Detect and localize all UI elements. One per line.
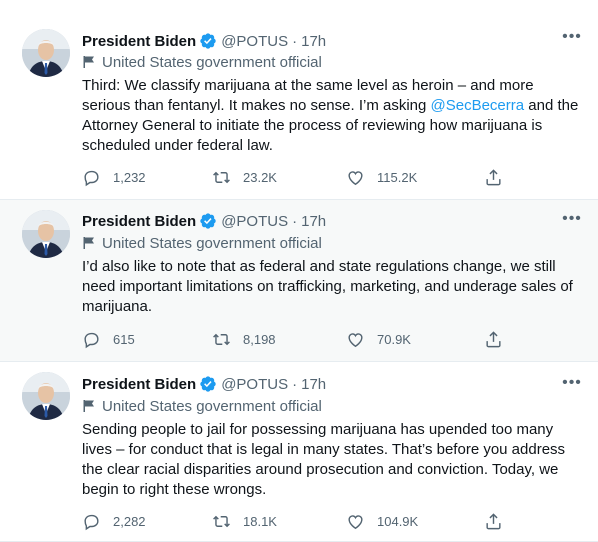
- tweet-text: Third: We classify marijuana at the same…: [82, 76, 582, 156]
- tweet-header: President Biden @POTUS · 17h: [82, 30, 326, 52]
- avatar[interactable]: [22, 29, 70, 77]
- like-count: 115.2K: [377, 170, 418, 185]
- like-button[interactable]: 115.2K: [346, 168, 417, 187]
- verified-badge-icon: [199, 212, 217, 230]
- reply-button[interactable]: 615: [82, 330, 135, 349]
- separator-dot: ·: [292, 212, 298, 230]
- reply-icon: [84, 514, 99, 531]
- reply-button[interactable]: 2,282: [82, 512, 146, 531]
- tweet[interactable]: President Biden @POTUS · 17h ••• United …: [0, 362, 598, 542]
- retweet-count: 23.2K: [243, 170, 277, 185]
- tweet-text: I’d also like to note that as federal an…: [82, 257, 582, 317]
- share-icon: [486, 169, 501, 186]
- tweet-actions: 1,232 23.2K 115.2K: [82, 168, 512, 190]
- retweet-icon: [213, 515, 230, 528]
- share-button[interactable]: [484, 330, 515, 349]
- tweet-text: Sending people to jail for possessing ma…: [82, 420, 582, 500]
- reply-count: 1,232: [113, 170, 146, 185]
- verified-badge-icon: [199, 32, 217, 50]
- tweet-actions: 615 8,198 70.9K: [82, 330, 512, 352]
- verified-badge-icon: [199, 375, 217, 393]
- retweet-count: 8,198: [243, 332, 276, 347]
- retweet-icon: [213, 171, 230, 184]
- share-button[interactable]: [484, 512, 515, 531]
- like-button[interactable]: 70.9K: [346, 330, 411, 349]
- avatar[interactable]: [22, 372, 70, 420]
- like-count: 70.9K: [377, 332, 411, 347]
- tweet-text-part: Sending people to jail for possessing ma…: [82, 421, 566, 498]
- retweet-button[interactable]: 8,198: [212, 330, 276, 349]
- government-label-text: United States government official: [102, 53, 322, 71]
- heart-icon: [348, 515, 363, 530]
- retweet-icon: [213, 333, 230, 346]
- government-label[interactable]: United States government official: [82, 233, 322, 253]
- author-handle[interactable]: @POTUS: [221, 376, 288, 393]
- flag-icon: [82, 236, 96, 250]
- more-icon[interactable]: •••: [560, 28, 584, 46]
- like-count: 104.9K: [377, 514, 419, 529]
- flag-icon: [82, 55, 96, 69]
- author-name[interactable]: President Biden: [82, 376, 196, 393]
- more-icon[interactable]: •••: [560, 374, 584, 392]
- separator-dot: ·: [292, 375, 298, 393]
- tweet-timestamp[interactable]: 17h: [301, 213, 326, 230]
- avatar[interactable]: [22, 210, 70, 258]
- tweet-text-part: I’d also like to note that as federal an…: [82, 258, 573, 315]
- government-label[interactable]: United States government official: [82, 52, 322, 72]
- tweet-header: President Biden @POTUS · 17h: [82, 210, 326, 232]
- tweet-timestamp[interactable]: 17h: [301, 33, 326, 50]
- retweet-count: 18.1K: [243, 514, 277, 529]
- reply-count: 615: [113, 332, 135, 347]
- tweet-timestamp[interactable]: 17h: [301, 376, 326, 393]
- tweet-feed: President Biden @POTUS · 17h ••• United …: [0, 0, 598, 542]
- mention-link[interactable]: @SecBecerra: [431, 97, 525, 114]
- tweet-actions: 2,282 18.1K 104.9K: [82, 512, 512, 534]
- share-icon: [486, 513, 501, 530]
- author-handle[interactable]: @POTUS: [221, 213, 288, 230]
- like-button[interactable]: 104.9K: [346, 512, 418, 531]
- government-label[interactable]: United States government official: [82, 396, 322, 416]
- reply-icon: [84, 332, 99, 349]
- retweet-button[interactable]: 23.2K: [212, 168, 277, 187]
- heart-icon: [348, 171, 363, 186]
- government-label-text: United States government official: [102, 397, 322, 415]
- reply-button[interactable]: 1,232: [82, 168, 146, 187]
- author-name[interactable]: President Biden: [82, 213, 196, 230]
- share-icon: [486, 331, 501, 348]
- heart-icon: [348, 333, 363, 348]
- government-label-text: United States government official: [102, 234, 322, 252]
- retweet-button[interactable]: 18.1K: [212, 512, 277, 531]
- tweet[interactable]: President Biden @POTUS · 17h ••• United …: [0, 0, 598, 200]
- tweet[interactable]: President Biden @POTUS · 17h ••• United …: [0, 200, 598, 362]
- separator-dot: ·: [292, 32, 298, 50]
- reply-icon: [84, 170, 99, 187]
- share-button[interactable]: [484, 168, 515, 187]
- tweet-header: President Biden @POTUS · 17h: [82, 373, 326, 395]
- more-icon[interactable]: •••: [560, 210, 584, 228]
- author-handle[interactable]: @POTUS: [221, 33, 288, 50]
- flag-icon: [82, 399, 96, 413]
- reply-count: 2,282: [113, 514, 146, 529]
- author-name[interactable]: President Biden: [82, 33, 196, 50]
